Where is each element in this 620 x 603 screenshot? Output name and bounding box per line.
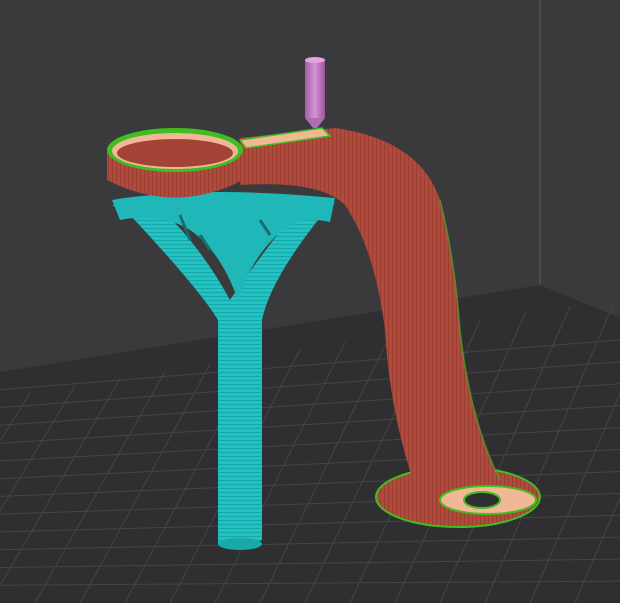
scene xyxy=(0,0,620,603)
nozzle-icon xyxy=(305,57,325,128)
3d-preview-viewport[interactable] xyxy=(0,0,620,603)
